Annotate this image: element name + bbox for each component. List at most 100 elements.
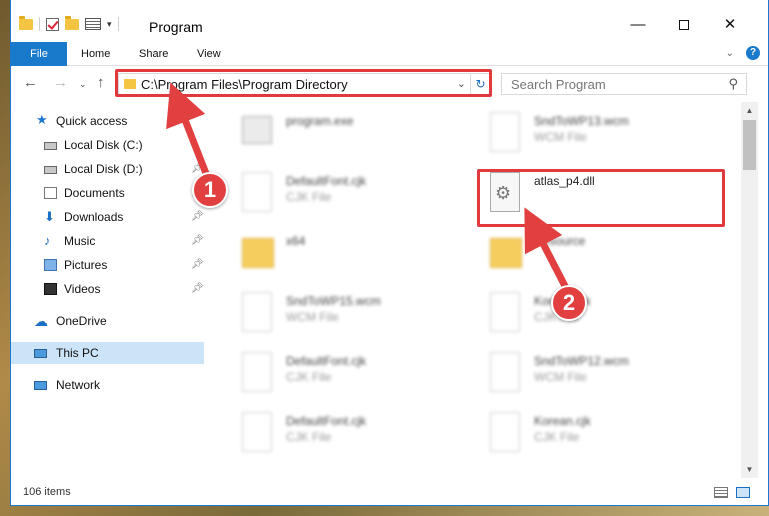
sidebar-item-music[interactable]: ♪ Music 📌︎	[11, 230, 204, 252]
search-placeholder: Search Program	[511, 77, 606, 92]
scroll-thumb[interactable]	[743, 120, 756, 170]
sidebar-item-quick-access[interactable]: ★ Quick access	[11, 110, 204, 132]
maximize-icon	[679, 20, 689, 31]
file-name: DefaultFont.cjk	[286, 354, 367, 368]
search-input[interactable]: Search Program ⚲	[501, 73, 747, 95]
sidebar-item-downloads[interactable]: ⬇ Downloads 📌︎	[11, 206, 204, 228]
file-item[interactable]: SndToWP12.wcm WCM File	[482, 348, 712, 400]
new-folder-icon[interactable]	[65, 15, 79, 30]
file-type: WCM File	[286, 310, 339, 324]
sidebar-item-onedrive[interactable]: ☁ OneDrive	[11, 310, 204, 332]
search-icon[interactable]: ⚲	[728, 76, 738, 92]
expand-ribbon-icon[interactable]: ⌄	[726, 48, 734, 59]
file-item[interactable]: SndToWP13.wcm WCM File	[482, 108, 712, 160]
properties-check-icon[interactable]	[46, 17, 59, 31]
sidebar-item-network[interactable]: Network	[11, 374, 204, 396]
file-type: WCM File	[534, 370, 587, 384]
status-bar: 106 items	[11, 478, 768, 505]
sidebar-item-label: Music	[64, 234, 96, 248]
file-item[interactable]: Resource	[482, 228, 712, 280]
folder-icon[interactable]	[19, 15, 33, 30]
sidebar-item-label: Documents	[64, 186, 125, 200]
file-name: x64	[286, 234, 306, 248]
file-icon	[242, 352, 272, 392]
music-icon: ♪	[44, 233, 51, 248]
sidebar-item-videos[interactable]: Videos 📌︎	[11, 278, 204, 300]
exe-file-icon	[242, 116, 272, 144]
tab-home[interactable]: Home	[73, 42, 118, 66]
sidebar-item-documents[interactable]: Documents 📌︎	[11, 182, 204, 204]
close-button[interactable]: ✕	[707, 10, 753, 40]
pin-icon[interactable]: 📌︎	[191, 230, 204, 252]
properties-icon[interactable]	[85, 18, 101, 30]
sidebar-item-label: Videos	[64, 282, 101, 296]
file-type: WCM File	[534, 130, 587, 144]
divider	[117, 17, 119, 31]
pin-icon[interactable]: 📌︎	[191, 206, 204, 228]
file-type: CJK File	[286, 190, 332, 204]
tab-share[interactable]: Share	[131, 42, 176, 66]
dll-highlight-box	[477, 169, 725, 227]
quick-access-toolbar: ▾	[19, 15, 119, 31]
pin-icon[interactable]: 📌︎	[191, 254, 204, 276]
file-item[interactable]: program.exe	[234, 108, 464, 160]
file-name: SndToWP15.wcm	[286, 294, 381, 308]
file-item[interactable]: DefaultFont.cjk CJK File	[234, 348, 464, 400]
onedrive-icon: ☁	[34, 313, 48, 329]
scroll-up-button[interactable]: ▲	[741, 102, 758, 119]
minimize-button[interactable]: —	[615, 10, 661, 40]
file-item[interactable]: Korean.cjk CJK File	[482, 288, 712, 340]
file-list: program.exe SndToWP13.wcm WCM File Defau…	[204, 102, 741, 478]
pin-icon[interactable]: 📌︎	[191, 278, 204, 300]
file-item[interactable]: DefaultFont.cjk CJK File	[234, 408, 464, 460]
file-icon	[242, 292, 272, 332]
file-item[interactable]: DefaultFont.cjk CJK File	[234, 168, 464, 220]
ribbon: File Home Share View ⌄ ?	[11, 40, 768, 66]
large-icons-view-icon[interactable]	[736, 487, 750, 498]
forward-button[interactable]: →	[53, 74, 68, 91]
chevron-down-icon[interactable]: ▾	[107, 19, 112, 30]
vertical-scrollbar[interactable]: ▲ ▼	[741, 102, 758, 478]
sidebar-item-this-pc[interactable]: This PC	[11, 342, 204, 364]
explorer-window: ▾ Program — ✕ File Home Share View ⌄ ? ←…	[10, 0, 769, 506]
help-icon[interactable]: ?	[746, 46, 760, 60]
address-highlight-box	[115, 69, 492, 97]
up-button[interactable]: ↑	[97, 74, 105, 91]
sidebar-item-label: Pictures	[64, 258, 108, 272]
documents-icon	[44, 187, 57, 199]
back-button[interactable]: ←	[23, 74, 38, 91]
file-type: CJK File	[286, 370, 332, 384]
file-icon	[490, 112, 520, 152]
sidebar-item-label: Network	[56, 378, 101, 392]
recent-locations-button[interactable]: ⌄	[79, 79, 87, 90]
sidebar-item-label: Local Disk (D:)	[64, 162, 143, 176]
pictures-icon	[44, 259, 57, 271]
file-type: CJK File	[286, 430, 332, 444]
maximize-button[interactable]	[661, 10, 707, 40]
network-icon	[34, 381, 47, 390]
file-icon	[242, 172, 272, 212]
file-item[interactable]: SndToWP15.wcm WCM File	[234, 288, 464, 340]
tab-view[interactable]: View	[189, 42, 229, 66]
file-icon	[490, 292, 520, 332]
folder-icon	[490, 238, 522, 268]
file-type: CJK File	[534, 430, 580, 444]
disk-icon	[44, 142, 57, 150]
step-1-badge: 1	[192, 172, 228, 208]
folder-icon	[242, 238, 274, 268]
file-item[interactable]: Korean.cjk CJK File	[482, 408, 712, 460]
sidebar-item-pictures[interactable]: Pictures 📌︎	[11, 254, 204, 276]
file-icon	[490, 412, 520, 452]
downloads-icon: ⬇	[44, 209, 55, 224]
videos-icon	[44, 283, 57, 295]
scroll-down-button[interactable]: ▼	[741, 461, 758, 478]
sidebar-item-label: Downloads	[64, 210, 124, 224]
star-icon: ★	[36, 112, 48, 127]
file-name: program.exe	[286, 114, 354, 128]
tab-file[interactable]: File	[11, 42, 67, 66]
sidebar-item-local-disk-d[interactable]: Local Disk (D:) 📌︎	[11, 158, 204, 180]
file-item[interactable]: x64	[234, 228, 464, 280]
details-view-icon[interactable]	[714, 487, 728, 498]
item-count: 106 items	[23, 486, 71, 498]
sidebar-item-local-disk-c[interactable]: Local Disk (C:)	[11, 134, 204, 156]
